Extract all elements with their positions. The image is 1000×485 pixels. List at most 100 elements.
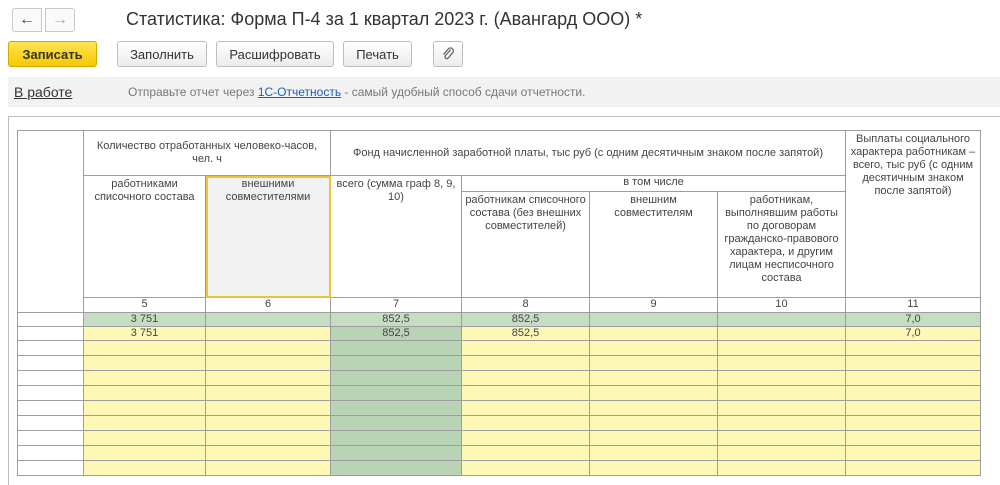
empty-cell[interactable] [330, 445, 462, 461]
empty-cell[interactable] [845, 385, 981, 401]
empty-cell[interactable] [83, 415, 206, 431]
cell-fund-total[interactable]: 852,5 [330, 326, 462, 341]
col-social-header: Выплаты социального характера работникам… [845, 130, 981, 298]
empty-cell[interactable] [83, 340, 206, 356]
cell-social[interactable]: 7,0 [845, 326, 981, 341]
empty-cell[interactable] [330, 340, 462, 356]
empty-cell[interactable] [589, 385, 718, 401]
empty-cell[interactable] [330, 460, 462, 476]
empty-cell[interactable] [330, 430, 462, 446]
empty-cell[interactable] [205, 385, 331, 401]
empty-cell[interactable] [330, 385, 462, 401]
cell-hours-external[interactable] [205, 326, 331, 341]
empty-cell[interactable] [845, 430, 981, 446]
empty-cell[interactable] [83, 370, 206, 386]
empty-cell[interactable] [717, 445, 846, 461]
empty-cell[interactable] [589, 400, 718, 416]
empty-cell[interactable] [589, 460, 718, 476]
empty-cell[interactable] [717, 340, 846, 356]
row-label [17, 385, 84, 401]
col-number: 5 [83, 297, 206, 313]
empty-cell[interactable] [461, 340, 590, 356]
info-text-before: Отправьте отчет через [128, 85, 258, 99]
empty-cell[interactable] [589, 445, 718, 461]
decode-button[interactable]: Расшифровать [216, 41, 334, 67]
empty-cell[interactable] [330, 370, 462, 386]
empty-cell[interactable] [205, 340, 331, 356]
empty-cell[interactable] [845, 460, 981, 476]
back-button[interactable]: ← [12, 8, 42, 32]
empty-cell[interactable] [205, 415, 331, 431]
empty-cell[interactable] [461, 460, 590, 476]
cell-fund-external[interactable] [589, 326, 718, 341]
empty-cell[interactable] [845, 415, 981, 431]
empty-cell[interactable] [717, 355, 846, 371]
row-label [17, 340, 84, 356]
report-form: Количество отработанных человеко-часов, … [8, 116, 1000, 485]
empty-cell[interactable] [205, 445, 331, 461]
empty-cell[interactable] [589, 355, 718, 371]
empty-cell[interactable] [589, 340, 718, 356]
cell-fund-total[interactable]: 852,5 [330, 312, 462, 327]
empty-cell[interactable] [589, 370, 718, 386]
empty-cell[interactable] [205, 355, 331, 371]
empty-cell[interactable] [717, 385, 846, 401]
row-label [17, 355, 84, 371]
empty-cell[interactable] [83, 355, 206, 371]
empty-cell[interactable] [83, 400, 206, 416]
col-fund-contract-header: работникам, выполнявшим работы по догово… [717, 191, 846, 298]
status-link[interactable]: В работе [14, 84, 72, 100]
empty-cell[interactable] [845, 355, 981, 371]
empty-cell[interactable] [205, 430, 331, 446]
table-row-empty [17, 385, 981, 401]
empty-cell[interactable] [717, 400, 846, 416]
empty-cell[interactable] [205, 460, 331, 476]
group-hours-header: Количество отработанных человеко-часов, … [83, 130, 331, 176]
reporting-link[interactable]: 1С-Отчетность [258, 85, 341, 99]
empty-cell[interactable] [717, 460, 846, 476]
empty-cell[interactable] [205, 400, 331, 416]
cell-hours-staff[interactable]: 3 751 [83, 326, 206, 341]
cell-social[interactable]: 7,0 [845, 312, 981, 327]
empty-cell[interactable] [83, 385, 206, 401]
empty-cell[interactable] [845, 400, 981, 416]
info-message: Отправьте отчет через 1С-Отчетность - са… [128, 85, 585, 99]
col-external-header[interactable]: внешними совместителями [205, 175, 331, 298]
empty-cell[interactable] [845, 370, 981, 386]
cell-hours-staff[interactable]: 3 751 [83, 312, 206, 327]
empty-cell[interactable] [330, 400, 462, 416]
save-button[interactable]: Записать [8, 41, 97, 67]
cell-fund-staff[interactable]: 852,5 [461, 312, 590, 327]
empty-cell[interactable] [845, 445, 981, 461]
cell-fund-external[interactable] [589, 312, 718, 327]
cell-fund-staff[interactable]: 852,5 [461, 326, 590, 341]
cell-hours-external[interactable] [205, 312, 331, 327]
empty-cell[interactable] [83, 430, 206, 446]
empty-cell[interactable] [461, 400, 590, 416]
empty-cell[interactable] [461, 430, 590, 446]
empty-cell[interactable] [330, 355, 462, 371]
empty-cell[interactable] [717, 370, 846, 386]
empty-cell[interactable] [461, 385, 590, 401]
empty-cell[interactable] [589, 430, 718, 446]
empty-cell[interactable] [717, 430, 846, 446]
print-button[interactable]: Печать [343, 41, 412, 67]
fill-button[interactable]: Заполнить [117, 41, 207, 67]
attach-button[interactable] [433, 41, 463, 67]
empty-cell[interactable] [83, 460, 206, 476]
table-row-empty [17, 430, 981, 446]
forward-button[interactable]: → [45, 8, 75, 32]
empty-cell[interactable] [845, 340, 981, 356]
cell-fund-contract[interactable] [717, 312, 846, 327]
col-number: 6 [205, 297, 331, 313]
empty-cell[interactable] [717, 415, 846, 431]
empty-cell[interactable] [205, 370, 331, 386]
empty-cell[interactable] [461, 415, 590, 431]
empty-cell[interactable] [83, 445, 206, 461]
empty-cell[interactable] [461, 445, 590, 461]
cell-fund-contract[interactable] [717, 326, 846, 341]
empty-cell[interactable] [461, 355, 590, 371]
empty-cell[interactable] [589, 415, 718, 431]
empty-cell[interactable] [461, 370, 590, 386]
empty-cell[interactable] [330, 415, 462, 431]
